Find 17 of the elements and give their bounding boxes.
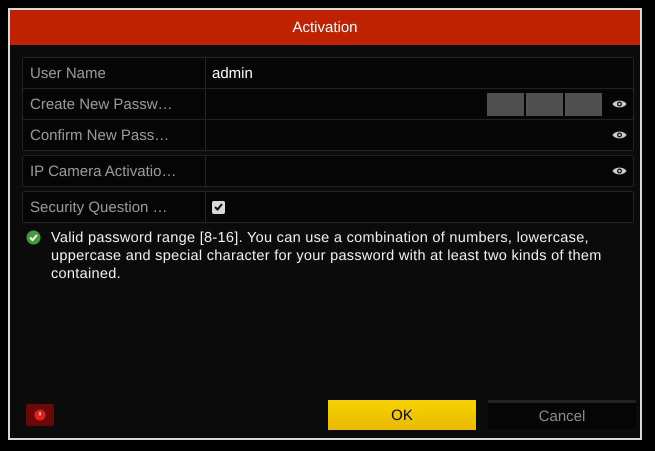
power-button[interactable] [26,404,54,426]
eye-icon[interactable] [612,130,627,140]
field-label: Security Question … [23,192,206,222]
window-title: Activation [10,10,640,45]
hint-text: Valid password range [8-16]. You can use a combination of numbers, lowercase, uppercase and special character for your password with at least two kinds of them contained. [51,229,603,283]
ok-button[interactable]: OK [328,400,476,430]
cancel-button[interactable]: Cancel [488,400,636,430]
eye-icon[interactable] [612,166,627,176]
field-label: IP Camera Activatio… [23,156,206,186]
power-icon [34,409,46,421]
field-label: Create New Passw… [23,89,206,119]
checkbox[interactable] [212,200,225,214]
field-label: Confirm New Pass… [23,120,206,150]
field-label: User Name [23,58,206,88]
check-circle-icon [26,230,41,245]
input-field[interactable]: admin [206,58,633,88]
eye-icon[interactable] [612,99,627,109]
